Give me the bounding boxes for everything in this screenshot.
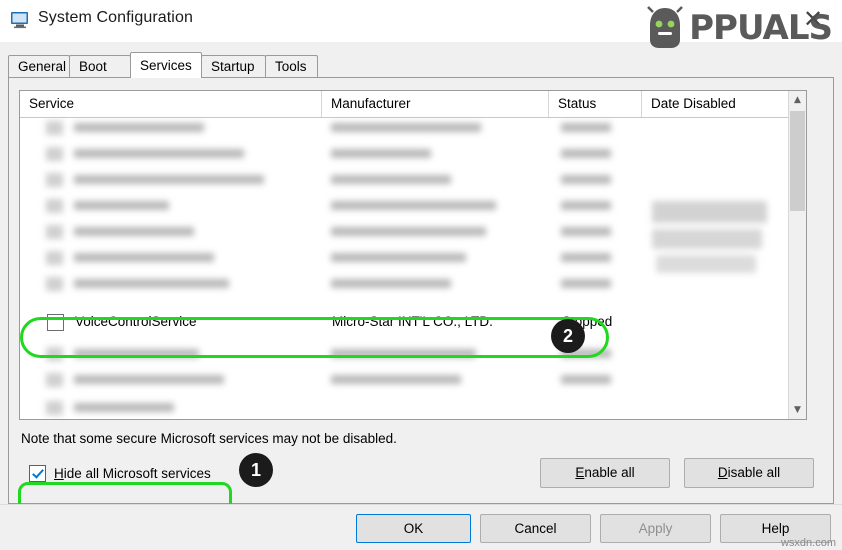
hide-all-label-rest: ide all Microsoft services (63, 466, 211, 481)
enable-all-button[interactable]: Enable all (540, 458, 670, 488)
callout-badge-2: 2 (551, 319, 585, 353)
tab-startup[interactable]: Startup (201, 55, 266, 78)
tab-strip: General Boot Services Startup Tools (8, 52, 834, 78)
redacted-service-rows-lower (20, 343, 790, 418)
accel-key-h: H (54, 466, 64, 481)
services-list[interactable]: Service Manufacturer Status Date Disable… (19, 90, 807, 420)
title-bar: System Configuration ✕ PPUALS (0, 0, 842, 48)
hide-all-microsoft-services-label: Hide all Microsoft services (54, 466, 211, 481)
tab-tools[interactable]: Tools (265, 55, 318, 78)
column-header-service[interactable]: Service (20, 91, 322, 117)
dialog-button-bar: OK Cancel Apply Help wsxdn.com (0, 504, 842, 550)
scroll-up-icon[interactable]: ▲ (789, 91, 806, 109)
tab-services[interactable]: Services (130, 52, 202, 78)
services-list-scrollbar[interactable]: ▲ ▼ (788, 91, 806, 419)
checkbox-checked-icon[interactable] (29, 465, 46, 482)
accel-key-d: D (717, 465, 728, 480)
redacted-service-rows (20, 117, 790, 306)
cancel-button[interactable]: Cancel (480, 514, 591, 543)
tab-general[interactable]: General (8, 55, 70, 78)
footer-credit: wsxdn.com (780, 537, 836, 549)
voicecontrolservice-row[interactable]: VoiceControlService Micro-Star INT'L CO.… (21, 306, 790, 340)
enable-all-label-rest: nable all (584, 465, 635, 480)
scrollbar-thumb[interactable] (790, 111, 805, 211)
accel-key-e: E (575, 465, 585, 480)
callout-badge-1: 1 (239, 453, 273, 487)
disable-all-button[interactable]: Disable all (684, 458, 814, 488)
column-header-status[interactable]: Status (549, 91, 642, 117)
column-header-manufacturer[interactable]: Manufacturer (322, 91, 549, 117)
system-configuration-window: System Configuration ✕ PPUALS General Bo… (0, 0, 842, 550)
voicecontrolservice-manufacturer: Micro-Star INT'L CO., LTD. (332, 314, 493, 329)
ok-button[interactable]: OK (356, 514, 471, 543)
apply-button: Apply (600, 514, 711, 543)
secure-services-note: Note that some secure Microsoft services… (21, 431, 397, 446)
appuals-watermark: PPUALS (645, 4, 833, 52)
appuals-wordmark: PPUALS (689, 8, 833, 48)
services-list-header: Service Manufacturer Status Date Disable… (20, 91, 806, 118)
window-title: System Configuration (38, 9, 193, 26)
voicecontrolservice-checkbox[interactable] (47, 314, 64, 331)
hide-all-microsoft-services-checkbox[interactable]: Hide all Microsoft services (29, 465, 211, 482)
scroll-down-icon[interactable]: ▼ (789, 401, 806, 419)
system-configuration-icon (10, 10, 30, 30)
disable-all-label-rest: isable all (727, 465, 781, 480)
voicecontrolservice-name: VoiceControlService (75, 314, 197, 329)
column-header-date-disabled[interactable]: Date Disabled (642, 91, 790, 117)
tab-boot[interactable]: Boot (69, 55, 131, 78)
services-panel: Service Manufacturer Status Date Disable… (8, 77, 834, 504)
appuals-logo-icon (645, 6, 685, 50)
